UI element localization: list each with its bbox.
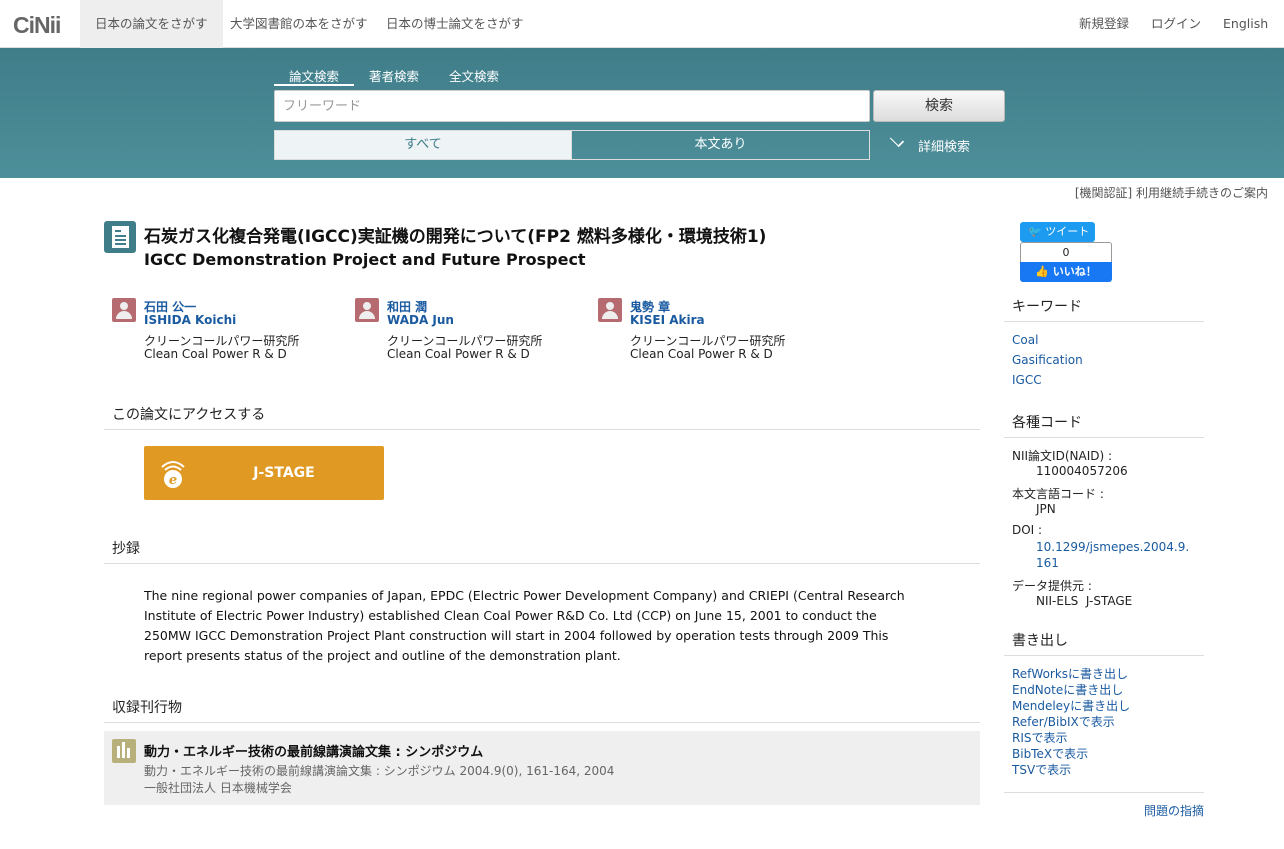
nav-tab-books[interactable]: 大学図書館の本をさがす <box>215 0 383 48</box>
export-heading: 書き出し <box>1004 630 1204 656</box>
tweet-label: ツイート <box>1045 225 1090 238</box>
journal-heading: 収録刊行物 <box>104 697 980 723</box>
search-panel: 論文検索 著者検索 全文検索 検索 すべて 本文あり 詳細検索 <box>0 48 1284 178</box>
jstage-button[interactable]: e J-STAGE <box>144 446 384 500</box>
filter-all-button[interactable]: すべて <box>274 130 572 160</box>
institution-notice-link[interactable]: [機関認証] 利用継続手続きのご案内 <box>1075 184 1268 201</box>
keyword-link[interactable]: IGCC <box>1012 373 1042 387</box>
filter-fulltext-button[interactable]: 本文あり <box>571 130 870 160</box>
author-affiliation-en: Clean Coal Power R & D <box>387 347 530 361</box>
export-bibtex-link[interactable]: BibTeXで表示 <box>1012 745 1088 762</box>
tweet-button[interactable]: 🐦 ツイート <box>1020 222 1095 242</box>
naid-value: 110004057206 <box>1036 464 1128 478</box>
language-code-value: JPN <box>1036 502 1056 516</box>
export-tsv-link[interactable]: TSVで表示 <box>1012 761 1071 778</box>
avatar <box>355 298 379 322</box>
chevron-down-icon <box>889 132 905 148</box>
tab-fulltext-search[interactable]: 全文検索 <box>434 66 514 86</box>
nav-tab-dissertations[interactable]: 日本の博士論文をさがす <box>371 0 539 48</box>
journal-publisher: 一般社団法人 日本機械学会 <box>144 781 292 795</box>
tab-article-search[interactable]: 論文検索 <box>274 66 354 86</box>
author-affiliation-en: Clean Coal Power R & D <box>630 347 773 361</box>
language-link[interactable]: English <box>1223 0 1268 48</box>
keywords-heading: キーワード <box>1004 296 1204 322</box>
like-count: 0 <box>1020 242 1112 262</box>
data-provider-label: データ提供元 : <box>1012 579 1092 593</box>
bar-chart-icon <box>112 739 136 763</box>
abstract-text: The nine regional power companies of Jap… <box>144 588 905 663</box>
keyword-link[interactable]: Coal <box>1012 333 1038 347</box>
cinii-logo[interactable]: CiNii <box>13 12 61 39</box>
export-refworks-link[interactable]: RefWorksに書き出し <box>1012 665 1128 682</box>
thumbs-up-icon: 👍 <box>1035 265 1053 278</box>
twitter-bird-icon: 🐦 <box>1028 225 1046 238</box>
abstract-heading: 抄録 <box>104 538 980 564</box>
search-input[interactable] <box>274 90 870 122</box>
like-label: いいね！ <box>1052 265 1097 278</box>
advanced-search-toggle[interactable]: 詳細検索 <box>889 132 971 155</box>
article-title-en: IGCC Demonstration Project and Future Pr… <box>144 250 586 269</box>
language-code-label: 本文言語コード : <box>1012 487 1104 501</box>
avatar <box>112 298 136 322</box>
data-provider-value: NII-ELS J-STAGE <box>1036 594 1133 608</box>
like-button[interactable]: 👍 いいね！ <box>1020 262 1112 282</box>
author-name-en[interactable]: WADA Jun <box>387 313 454 327</box>
author-affiliation-en: Clean Coal Power R & D <box>144 347 287 361</box>
article-title-ja: 石炭ガス化複合発電(IGCC)実証機の開発について(FP2 燃料多様化・環境技術… <box>144 227 767 247</box>
login-link[interactable]: ログイン <box>1151 0 1201 48</box>
top-navbar: CiNii 日本の論文をさがす 大学図書館の本をさがす 日本の博士論文をさがす … <box>0 0 1284 48</box>
search-button[interactable]: 検索 <box>873 90 1005 122</box>
export-refer-link[interactable]: Refer/BibIXで表示 <box>1012 713 1115 730</box>
author-name-en[interactable]: KISEI Akira <box>630 313 705 327</box>
report-problem-link[interactable]: 問題の指摘 <box>1144 802 1204 819</box>
journal-card: 動力・エネルギー技術の最前線講演論文集 : シンポジウム 動力・エネルギー技術の… <box>104 731 980 805</box>
export-ris-link[interactable]: RISで表示 <box>1012 729 1068 746</box>
access-heading: この論文にアクセスする <box>104 404 980 430</box>
avatar <box>598 298 622 322</box>
naid-label: NII論文ID(NAID) : <box>1012 449 1113 463</box>
sidebar-divider <box>1004 792 1204 793</box>
journal-citation: 動力・エネルギー技術の最前線講演論文集 : シンポジウム 2004.9(0), … <box>144 764 615 778</box>
codes-heading: 各種コード <box>1004 412 1204 438</box>
tab-author-search[interactable]: 著者検索 <box>354 66 434 86</box>
author-name-en[interactable]: ISHIDA Koichi <box>144 313 236 327</box>
journal-title-link[interactable]: 動力・エネルギー技術の最前線講演論文集 : シンポジウム <box>144 741 483 760</box>
export-mendeley-link[interactable]: Mendeleyに書き出し <box>1012 697 1130 714</box>
advanced-search-label: 詳細検索 <box>918 140 971 155</box>
document-icon <box>104 221 136 253</box>
doi-label: DOI : <box>1012 523 1043 537</box>
nav-tab-articles[interactable]: 日本の論文をさがす <box>80 0 223 48</box>
register-link[interactable]: 新規登録 <box>1079 0 1129 48</box>
export-endnote-link[interactable]: EndNoteに書き出し <box>1012 681 1123 698</box>
jstage-label: J-STAGE <box>253 465 315 481</box>
doi-link[interactable]: 10.1299/jsmepes.2004.9.161 <box>1036 539 1196 571</box>
keyword-link[interactable]: Gasification <box>1012 353 1083 367</box>
